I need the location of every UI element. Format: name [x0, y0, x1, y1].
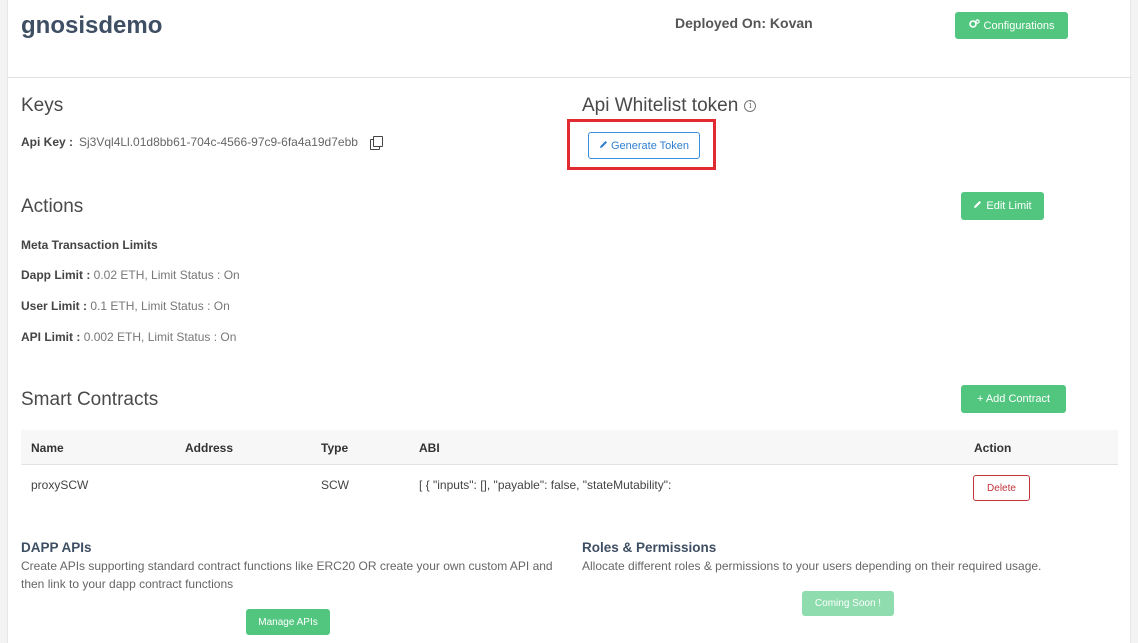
coming-soon-button[interactable]: Coming Soon !: [802, 591, 894, 616]
api-key-label: Api Key :: [21, 135, 74, 149]
api-limit-value: 0.002 ETH, Limit Status : On: [83, 330, 237, 344]
contracts-table-header: Name Address Type ABI Action proxySCW SC…: [21, 430, 1118, 492]
edit-limit-button[interactable]: Edit Limit: [961, 192, 1044, 220]
user-limit-label: User Limit :: [21, 299, 88, 313]
header-divider: [8, 77, 1132, 78]
api-limit: API Limit : 0.002 ETH, Limit Status : On: [21, 330, 236, 344]
whitelist-title-text: Api Whitelist token: [582, 95, 739, 116]
configurations-label: Configurations: [983, 19, 1055, 32]
deployed-network: Kovan: [769, 15, 813, 31]
cell-abi: [ { "inputs": [], "payable": false, "sta…: [419, 478, 672, 492]
add-contract-button[interactable]: + Add Contract: [961, 385, 1066, 413]
smart-contracts-title: Smart Contracts: [21, 389, 159, 410]
configurations-button[interactable]: Configurations: [955, 12, 1068, 39]
api-key-row: Api Key : Sj3Vql4Ll.01d8bb61-704c-4566-9…: [21, 135, 383, 150]
user-limit: User Limit : 0.1 ETH, Limit Status : On: [21, 299, 230, 313]
roles-permissions-description: Allocate different roles & permissions t…: [582, 559, 1042, 573]
actions-title: Actions: [21, 196, 84, 217]
deployed-label: Deployed On:: [675, 15, 767, 31]
column-header-name: Name: [31, 441, 64, 455]
gears-icon: [968, 19, 980, 32]
manage-apis-button[interactable]: Manage APIs: [246, 609, 330, 635]
api-limit-label: API Limit :: [21, 330, 81, 344]
dapp-limit-label: Dapp Limit :: [21, 268, 91, 282]
copy-icon[interactable]: [369, 136, 383, 150]
whitelist-title: Api Whitelist token i: [582, 95, 757, 117]
dapp-apis-description: Create APIs supporting standard contract…: [21, 559, 553, 591]
app-title: gnosisdemo: [21, 12, 163, 39]
column-header-action: Action: [974, 441, 1012, 455]
generate-token-label: Generate Token: [610, 139, 690, 152]
deployed-on: Deployed On: Kovan: [675, 15, 813, 31]
column-header-address: Address: [185, 441, 234, 455]
user-limit-value: 0.1 ETH, Limit Status : On: [90, 299, 230, 313]
dapp-limit: Dapp Limit : 0.02 ETH, Limit Status : On: [21, 268, 240, 282]
info-icon[interactable]: i: [744, 100, 757, 112]
cell-type: SCW: [321, 478, 349, 492]
dashboard-card: gnosisdemo Deployed On: Kovan Configurat…: [7, 0, 1132, 643]
cell-name: proxySCW: [31, 478, 89, 492]
pencil-icon: [973, 200, 982, 212]
generate-token-button[interactable]: Generate Token: [588, 132, 700, 159]
delete-contract-button[interactable]: Delete: [973, 475, 1030, 501]
api-key-value: Sj3Vql4Ll.01d8bb61-704c-4566-97c9-6fa4a1…: [79, 135, 358, 149]
dapp-apis-title: DAPP APIs: [21, 540, 92, 555]
pencil-icon: [599, 140, 608, 152]
column-header-type: Type: [321, 441, 349, 455]
roles-permissions-title: Roles & Permissions: [582, 540, 717, 555]
column-header-abi: ABI: [419, 441, 440, 455]
edit-limit-label: Edit Limit: [986, 200, 1032, 212]
meta-transaction-limits-title: Meta Transaction Limits: [21, 238, 158, 252]
dapp-limit-value: 0.02 ETH, Limit Status : On: [93, 268, 240, 282]
keys-title: Keys: [21, 95, 64, 116]
